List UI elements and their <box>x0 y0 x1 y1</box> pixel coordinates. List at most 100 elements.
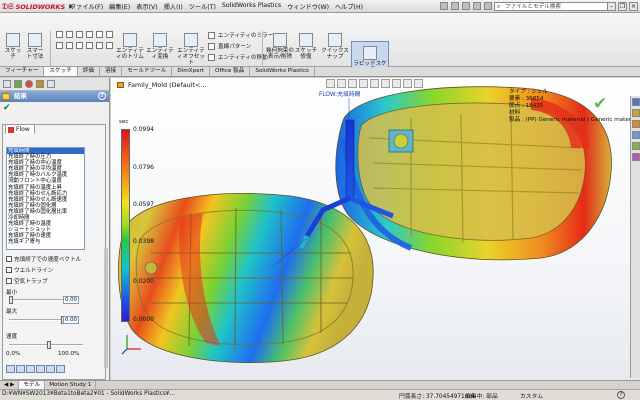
graphics-area[interactable]: Family_Mold (Default<... FLOW:充填時間 タイプ :… <box>111 78 640 380</box>
slider-thumb[interactable] <box>9 296 13 304</box>
tab-sketch[interactable]: スケッチ <box>44 67 78 76</box>
polygon-icon[interactable] <box>106 31 113 38</box>
min-slider[interactable] <box>9 296 69 304</box>
menu-tools[interactable]: ツール(T) <box>189 2 216 11</box>
menu-help[interactable]: ヘルプ(H) <box>335 2 363 11</box>
custom-properties-icon[interactable] <box>632 153 640 161</box>
config-manager-icon[interactable] <box>25 80 33 88</box>
slider-thumb[interactable] <box>47 341 51 349</box>
save-icon[interactable] <box>462 2 470 10</box>
previous-view-icon[interactable] <box>348 79 357 88</box>
rectangle-icon[interactable] <box>66 31 73 38</box>
tab-office[interactable]: Office 製品 <box>210 67 251 76</box>
feature-tree-icon[interactable] <box>3 80 11 88</box>
menu-edit[interactable]: 編集(E) <box>109 2 130 11</box>
appearances-icon[interactable] <box>632 142 640 150</box>
linear-pattern-row[interactable]: 直線パターン <box>208 42 251 50</box>
section-view-icon[interactable] <box>359 79 368 88</box>
dimxpert-icon[interactable] <box>36 80 44 88</box>
plane-icon[interactable] <box>86 42 93 49</box>
text-icon[interactable] <box>96 42 103 49</box>
result-list[interactable]: 充填時間 充填終了時の圧力 充填終了時の中心温度 充填終了時の平均温度 充填終了… <box>6 147 85 250</box>
view-palette-icon[interactable] <box>632 131 640 139</box>
status-units[interactable]: カスタム <box>520 391 543 400</box>
offset-entities-button[interactable]: エンティティオフセット <box>176 33 206 66</box>
speed-slider[interactable] <box>9 341 83 349</box>
tab-mold-tools[interactable]: モールドツール <box>122 67 173 76</box>
tab-features[interactable]: フィーチャー <box>0 67 45 76</box>
mirror-row[interactable]: エンティティのミラー <box>208 31 273 39</box>
menu-insert[interactable]: 挿入(I) <box>164 2 183 11</box>
search-input[interactable]: ⌕ ファイルとモデル検索 <box>494 2 608 11</box>
convert-entities-button[interactable]: エンティティ変換 <box>146 33 174 60</box>
tab-plastics[interactable]: SolidWorks Plastics <box>250 67 315 76</box>
tab-weldments[interactable]: 溶接 <box>100 67 123 76</box>
resources-icon[interactable] <box>632 98 640 106</box>
restore-button[interactable]: ❐ <box>618 2 627 11</box>
tab-motion-study[interactable]: Motion Study 1 <box>45 381 97 389</box>
property-manager-icon[interactable] <box>14 80 22 88</box>
last-frame-icon[interactable] <box>46 365 55 373</box>
move-row[interactable]: エンティティの移動 <box>208 53 268 61</box>
display-style-icon[interactable] <box>381 79 390 88</box>
new-icon[interactable] <box>440 2 448 10</box>
arc-icon[interactable] <box>96 31 103 38</box>
trim-entities-button[interactable]: エンティティのトリム <box>116 33 144 60</box>
confirm-check-icon[interactable]: ✔ <box>593 94 607 114</box>
close-button[interactable]: × <box>629 2 638 11</box>
next-frame-icon[interactable] <box>36 365 45 373</box>
scene-icon[interactable] <box>414 79 423 88</box>
ellipse-icon[interactable] <box>66 42 73 49</box>
menu-view[interactable]: 表示(V) <box>136 2 157 11</box>
panel-scrollbar[interactable] <box>104 248 108 368</box>
menu-plastics[interactable]: SolidWorks Plastics <box>222 2 281 11</box>
zoom-fit-icon[interactable] <box>326 79 335 88</box>
help-icon[interactable]: ? <box>98 92 106 100</box>
spline-icon[interactable] <box>56 42 63 49</box>
zoom-area-icon[interactable] <box>337 79 346 88</box>
tab-model[interactable]: モデル <box>19 381 46 389</box>
max-slider[interactable] <box>9 316 69 324</box>
open-icon[interactable] <box>451 2 459 10</box>
view-orientation-icon[interactable] <box>370 79 379 88</box>
design-library-icon[interactable] <box>632 109 640 117</box>
weld-line-checkbox[interactable]: ウエルドライン <box>6 266 53 274</box>
previous-frame-icon[interactable] <box>16 365 25 373</box>
point-icon[interactable] <box>106 42 113 49</box>
tab-evaluate[interactable]: 評価 <box>78 67 100 76</box>
menu-file[interactable]: ファイル(F) <box>70 2 103 11</box>
quick-snaps-button[interactable]: クイックスナップ <box>320 33 350 60</box>
print-icon[interactable] <box>473 2 481 10</box>
fillet-icon[interactable] <box>76 42 83 49</box>
velocity-vector-checkbox[interactable]: 充填終了での速度ベクトル <box>6 255 81 263</box>
minimize-button[interactable]: – <box>607 2 616 11</box>
help-icon[interactable]: ? <box>617 391 625 399</box>
first-frame-icon[interactable] <box>6 365 15 373</box>
air-trap-checkbox[interactable]: 空気トラップ <box>6 277 48 285</box>
tab-dimxpert[interactable]: DimXpert <box>172 67 211 76</box>
display-relations-button[interactable]: 幾何拘束の表示/削除 <box>266 33 294 60</box>
appearance-icon[interactable] <box>403 79 412 88</box>
repair-sketch-button[interactable]: スケッチ修復 <box>293 33 319 60</box>
move-icon <box>208 53 215 61</box>
list-item[interactable]: 充填ギア寄与 <box>7 239 84 245</box>
line-icon[interactable] <box>56 31 63 38</box>
play-icon[interactable] <box>26 365 35 373</box>
smart-dimension-button[interactable]: スマート寸法 <box>24 33 46 60</box>
hide-show-icon[interactable] <box>392 79 401 88</box>
record-icon[interactable] <box>56 365 65 373</box>
file-explorer-icon[interactable] <box>632 120 640 128</box>
slot-icon[interactable] <box>76 31 83 38</box>
circle-icon[interactable] <box>86 31 93 38</box>
flow-tab[interactable]: Flow <box>5 124 35 134</box>
nav-arrows[interactable]: ◀ ▶ <box>0 381 20 389</box>
solidworks-logo[interactable]: 𝔇𝔖 SOLIDWORKS ▶ <box>2 1 74 12</box>
ok-check-icon[interactable]: ✔ <box>3 102 11 114</box>
document-title[interactable]: Family_Mold (Default<... <box>117 81 206 89</box>
sketch-button[interactable]: スケッチ <box>3 33 23 60</box>
max-value-field[interactable]: 0.00 <box>63 316 79 324</box>
min-value-field[interactable]: 0.00 <box>63 296 79 304</box>
menu-window[interactable]: ウィンドウ(W) <box>287 2 329 11</box>
display-manager-icon[interactable] <box>47 80 55 88</box>
undo-icon[interactable] <box>484 2 492 10</box>
